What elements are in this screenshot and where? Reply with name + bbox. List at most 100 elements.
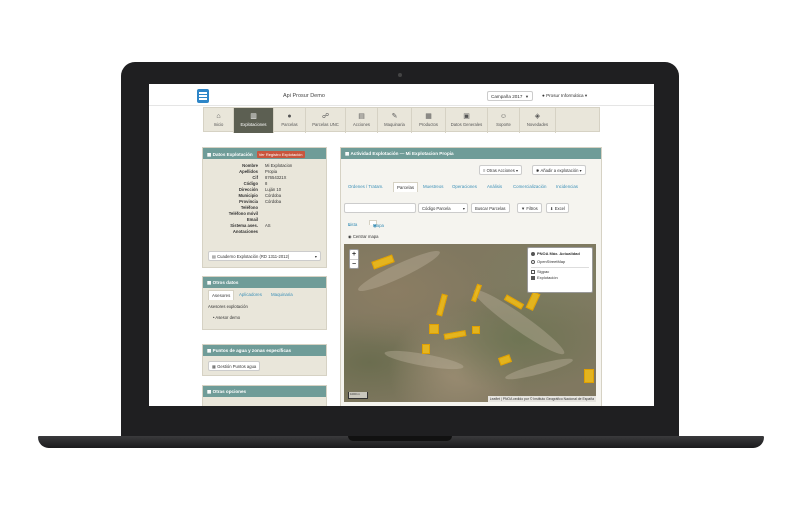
screen: Api Prosur Demo Campaña 2017 ▼ ● Prosur I… bbox=[149, 84, 654, 406]
checkbox bbox=[531, 270, 535, 274]
terrain bbox=[355, 245, 443, 297]
layer-pnoa[interactable]: PNOA Máx. Actualidad bbox=[531, 251, 589, 259]
otros-tabs: Asesores Aplicadores Maquinaria bbox=[203, 290, 326, 304]
excel-button[interactable]: ⬇ Excel bbox=[546, 203, 569, 213]
filtros-button[interactable]: ▼ Filtros bbox=[517, 203, 542, 213]
table-icon: ▦ bbox=[207, 389, 212, 394]
nav-productos[interactable]: ▦ Productos bbox=[412, 108, 446, 133]
tab-operaciones[interactable]: Operaciones bbox=[452, 184, 477, 189]
map-marker-icon: ◉ bbox=[348, 234, 352, 239]
main-nav: ⌂ Inicio ▥ Explotaciones ● Parcelas ☍ Parcel… bbox=[203, 107, 600, 133]
view-tabs: ≡ Lista ◉ Mapa bbox=[348, 220, 384, 228]
centrar-mapa-link[interactable]: ◉ Centrar mapa bbox=[348, 234, 378, 239]
nav-explotaciones[interactable]: ▥ Explotaciones bbox=[234, 108, 274, 133]
tab-incidencias[interactable]: Incidencias bbox=[556, 184, 578, 189]
parcel-polygon[interactable] bbox=[436, 293, 448, 317]
tab-aplicadores[interactable]: Aplicadores bbox=[239, 292, 262, 297]
gear-icon: ✱ bbox=[536, 168, 540, 173]
campaign-select[interactable]: Campaña 2017 ▼ bbox=[487, 91, 533, 101]
datos-explotacion-panel: ▦ Datos Explotación Ver Registro Explotac… bbox=[202, 147, 327, 268]
panel-header: ▦ Actividad Explotación — Mi Explotacion… bbox=[341, 148, 601, 159]
app-title: Api Prosur Demo bbox=[283, 93, 325, 99]
parcel-polygon[interactable] bbox=[584, 369, 594, 383]
nav-maquinaria[interactable]: ✎ Maquinaria bbox=[378, 108, 412, 133]
caret-icon: ▾ bbox=[584, 93, 588, 98]
layer-osm[interactable]: OpenStreetMap bbox=[531, 259, 589, 267]
parcel-polygon[interactable] bbox=[422, 344, 430, 354]
map-attribution: Leaflet | PNOA cedido por © Instituto Ge… bbox=[487, 396, 596, 402]
table-icon: ▦ bbox=[345, 151, 350, 156]
tab-asesores[interactable]: Asesores bbox=[208, 290, 235, 300]
bar-chart-icon: ▤ bbox=[358, 113, 365, 120]
chevron-down-icon: ▼ bbox=[525, 94, 529, 99]
laptop-notch bbox=[348, 436, 452, 441]
search-input[interactable] bbox=[344, 203, 416, 213]
globe-icon: ● bbox=[287, 113, 292, 120]
datos-list: Nombre Mi Explotacion Apellidos Propia Cif… bbox=[203, 163, 326, 243]
panel-header: ▦ Datos Explotación Ver Registro Explotac… bbox=[203, 148, 326, 159]
actividad-tabs: Ordenes / Tratam. Parcelas Muestreos Ope… bbox=[341, 182, 601, 194]
otras-acciones-button[interactable]: ≡ Otras Acciones ▾ bbox=[479, 165, 523, 175]
filter-icon: ▼ bbox=[521, 206, 526, 211]
nav-acciones[interactable]: ▤ Acciones bbox=[346, 108, 378, 133]
map-view[interactable]: + − PNOA Máx. Actualidad OpenStreetMap S… bbox=[344, 244, 596, 402]
list-icon: ≡ bbox=[483, 168, 486, 173]
tab-ordenes[interactable]: Ordenes / Tratam. bbox=[348, 184, 383, 189]
user-support-icon: ☺ bbox=[499, 113, 508, 120]
home-icon: ⌂ bbox=[216, 113, 221, 120]
codigo-parcela-select[interactable]: Código Parcela ▾ bbox=[418, 203, 468, 213]
nav-inicio[interactable]: ⌂ Inicio bbox=[204, 108, 234, 133]
nav-parcelas[interactable]: ● Parcelas bbox=[274, 108, 306, 133]
otros-datos-panel: ▦ Otros datos Asesores Aplicadores Maqui… bbox=[202, 276, 327, 330]
camera bbox=[398, 73, 402, 77]
table-icon: ▦ bbox=[207, 152, 212, 157]
panel-header: ▦ Otras opciones bbox=[203, 386, 326, 397]
zoom-out-button[interactable]: − bbox=[350, 260, 358, 270]
asesores-subtitle: Asesores explotación bbox=[208, 304, 248, 309]
layer-explotacion[interactable]: Explotación bbox=[531, 275, 589, 283]
barcode-icon: ▦ bbox=[425, 113, 432, 120]
parcel-polygon[interactable] bbox=[472, 326, 480, 334]
tab-muestreos[interactable]: Muestreos bbox=[423, 184, 444, 189]
tab-mapa[interactable]: ◉ Mapa bbox=[369, 220, 384, 228]
datos-row: Anotaciones bbox=[232, 229, 258, 234]
gestion-puntos-button[interactable]: ▦ Gestión Puntos agua bbox=[208, 361, 261, 371]
user-icon: ● bbox=[542, 93, 545, 98]
anadir-button[interactable]: ✱ Añadir a explotación ▾ bbox=[532, 165, 586, 175]
caret-icon: ▾ bbox=[314, 254, 317, 259]
file-icon: ▤ bbox=[212, 254, 216, 259]
app-logo[interactable] bbox=[197, 89, 209, 103]
radio bbox=[531, 260, 535, 264]
parcel-polygon[interactable] bbox=[443, 330, 467, 340]
nav-novedades[interactable]: ◈ Novedades bbox=[520, 108, 556, 133]
parcel-polygon[interactable] bbox=[429, 324, 439, 334]
table-icon: ▦ bbox=[207, 280, 212, 285]
campaign-value: Campaña 2017 bbox=[491, 94, 523, 99]
zoom-in-button[interactable]: + bbox=[350, 250, 358, 260]
wrench-icon: ✎ bbox=[391, 113, 398, 120]
cuaderno-button[interactable]: ▤ Cuaderno Explotación (RD 1311-2012) ▾ bbox=[208, 251, 321, 261]
nav-parcelas-unc[interactable]: ☍ Parcelas UNC bbox=[306, 108, 346, 133]
columns-icon: ▥ bbox=[250, 113, 257, 120]
nav-datos-generales[interactable]: ▣ Datos Generales bbox=[446, 108, 488, 133]
tab-parcelas[interactable]: Parcelas bbox=[393, 182, 419, 192]
user-menu[interactable]: ● Prosur Informática ▾ bbox=[542, 93, 587, 99]
buscar-parcelas-button[interactable]: Buscar Parcelas bbox=[471, 203, 510, 213]
briefcase-icon: ▣ bbox=[463, 113, 470, 120]
checkbox-checked bbox=[531, 276, 535, 280]
top-bar: Api Prosur Demo Campaña 2017 ▼ ● Prosur I… bbox=[149, 84, 654, 106]
sitemap-icon: ☍ bbox=[321, 113, 330, 120]
tab-analisis[interactable]: Análisis bbox=[487, 184, 502, 189]
radio-selected bbox=[531, 252, 535, 256]
tab-comercializacion[interactable]: Comercialización bbox=[513, 184, 546, 189]
nav-soporte[interactable]: ☺ Soporte bbox=[488, 108, 520, 133]
layer-control: PNOA Máx. Actualidad OpenStreetMap Sigpa… bbox=[527, 247, 593, 293]
parcel-polygon[interactable] bbox=[525, 291, 541, 311]
ver-registro-button[interactable]: Ver Registro Explotación bbox=[256, 151, 305, 158]
parcel-polygon[interactable] bbox=[497, 354, 513, 366]
tab-maquinaria[interactable]: Maquinaria bbox=[271, 292, 293, 297]
puntos-agua-panel: ▦ Puntos de agua y zonas específicas ▦ G… bbox=[202, 344, 327, 376]
panel-header: ▦ Otros datos bbox=[203, 277, 326, 288]
layer-sigpac[interactable]: Sigpac bbox=[531, 267, 589, 275]
user-name: Prosur Informática bbox=[546, 93, 584, 98]
